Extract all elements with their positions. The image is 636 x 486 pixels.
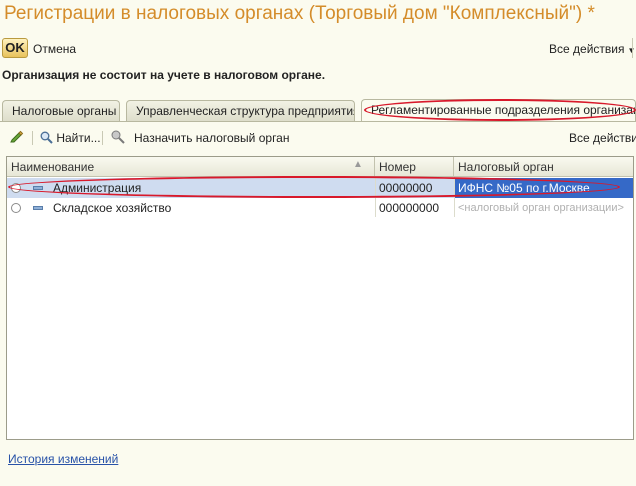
assign-tax-office-icon xyxy=(110,129,126,148)
column-header-number[interactable]: Номер xyxy=(375,157,454,177)
column-divider xyxy=(375,177,376,217)
divisions-table: Наименование ▲ Номер Налоговый орган Адм… xyxy=(6,156,634,440)
top-command-bar: OK Отмена Все действия▼ xyxy=(0,34,636,62)
list-all-actions-menu[interactable]: Все действия xyxy=(569,131,636,145)
tab-label: Налоговые органы xyxy=(12,104,117,118)
tab-divider xyxy=(0,121,636,122)
table-row[interactable]: Администрация 00000000 ИФНС №05 по г.Мос… xyxy=(7,178,633,198)
list-toolbar: Найти... Назначить налоговый орган Все д… xyxy=(0,126,636,150)
tab-label: Регламентированные подразделения организ… xyxy=(371,103,636,117)
toolbar-separator xyxy=(102,131,103,145)
division-icon xyxy=(33,186,43,190)
tab-management-structure[interactable]: Управленческая структура предприятия xyxy=(126,100,355,121)
find-label: Найти... xyxy=(56,131,101,145)
edit-pencil-icon[interactable] xyxy=(10,129,24,146)
assign-tax-office-button[interactable]: Назначить налоговый орган xyxy=(134,131,289,145)
column-header-tax-office[interactable]: Налоговый орган xyxy=(454,157,633,177)
find-button[interactable]: Найти... xyxy=(40,131,101,145)
toolbar-separator xyxy=(32,131,33,145)
column-divider xyxy=(454,177,455,217)
magnifier-icon xyxy=(40,131,53,144)
division-icon xyxy=(33,206,43,210)
all-actions-menu[interactable]: Все действия▼ xyxy=(549,42,635,56)
tab-tax-offices[interactable]: Налоговые органы xyxy=(2,100,120,121)
table-row[interactable]: Складское хозяйство 000000000 <налоговый… xyxy=(7,198,633,218)
cell-name: Администрация xyxy=(53,181,142,195)
cell-tax-office[interactable]: <налоговый орган организации> xyxy=(454,198,633,218)
cell-number: 00000000 xyxy=(379,181,433,195)
cell-name: Складское хозяйство xyxy=(53,201,172,215)
tab-label: Управленческая структура предприятия xyxy=(136,104,355,118)
window-title: Регистрации в налоговых органах (Торговы… xyxy=(4,3,595,24)
sort-icon: ▲ xyxy=(353,159,363,170)
row-marker-icon xyxy=(11,203,21,213)
row-marker-icon xyxy=(11,183,21,193)
registration-notice: Организация не состоит на учете в налого… xyxy=(2,68,326,82)
toolbar-separator xyxy=(632,38,633,58)
history-link[interactable]: История изменений xyxy=(8,452,118,466)
ok-button[interactable]: OK xyxy=(2,38,28,58)
cell-number: 000000000 xyxy=(379,201,440,215)
column-header-name[interactable]: Наименование xyxy=(7,157,375,177)
all-actions-label: Все действия xyxy=(549,42,625,56)
cell-tax-office[interactable]: ИФНС №05 по г.Москве xyxy=(454,178,633,198)
tab-strip: Налоговые органы Управленческая структур… xyxy=(0,99,636,121)
cancel-button[interactable]: Отмена xyxy=(33,42,76,56)
tab-regulated-divisions[interactable]: Регламентированные подразделения организ… xyxy=(361,99,636,121)
table-header: Наименование ▲ Номер Налоговый орган xyxy=(7,157,633,177)
